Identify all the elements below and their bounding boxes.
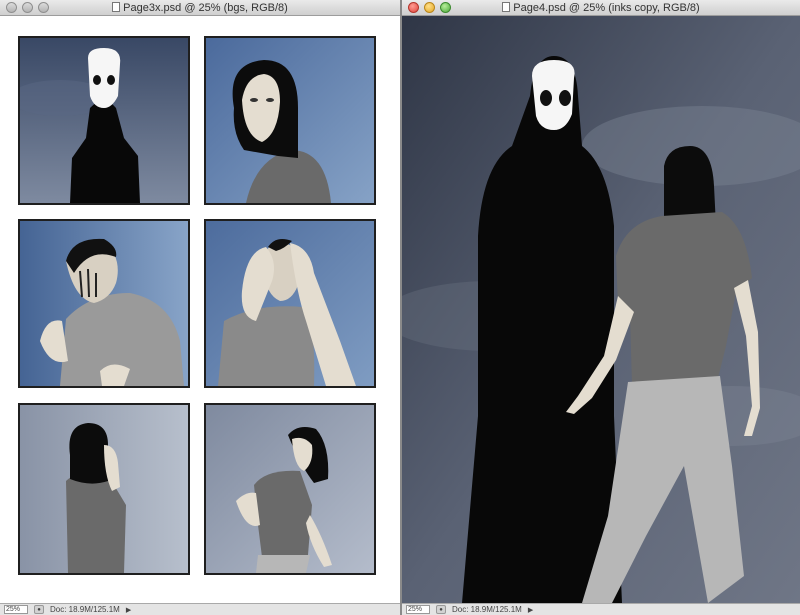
close-button[interactable] [408,2,419,13]
status-menu-icon[interactable]: ● [436,605,446,614]
minimize-button[interactable] [424,2,435,13]
comic-panel-5 [18,403,190,575]
left-document-window: Page3x.psd @ 25% (bgs, RGB/8) 25% ● Doc:… [0,0,400,615]
minimize-button[interactable] [22,2,33,13]
comic-page-4-artwork [402,16,800,603]
dark-hair [69,423,108,484]
right-document-window: Page4.psd @ 25% (inks copy, RGB/8) 25% ●… [402,0,800,615]
zoom-button[interactable] [38,2,49,13]
right-status-bar: 25% ● Doc: 18.9M/125.1M ▶ [402,603,800,615]
grey-shirt [254,470,312,557]
status-menu-icon[interactable]: ● [34,605,44,614]
zoom-button[interactable] [440,2,451,13]
close-button[interactable] [6,2,17,13]
document-icon [502,1,511,12]
right-canvas[interactable] [402,16,800,603]
left-title-bar[interactable]: Page3x.psd @ 25% (bgs, RGB/8) [0,0,400,16]
grey-pants [256,555,310,573]
white-mask [88,48,121,108]
right-window-title: Page4.psd @ 25% (inks copy, RGB/8) [513,1,700,14]
status-arrow-icon[interactable]: ▶ [528,606,533,614]
right-title-bar[interactable]: Page4.psd @ 25% (inks copy, RGB/8) [402,0,800,16]
comic-panel-1 [18,36,190,205]
left-window-title: Page3x.psd @ 25% (bgs, RGB/8) [123,1,288,14]
comic-panel-3 [18,219,190,388]
comic-panel-6 [204,403,376,575]
comic-panel-4 [204,219,376,388]
comic-panel-2 [204,36,376,205]
document-size-info: Doc: 18.9M/125.1M [452,605,522,614]
document-icon [112,1,121,12]
left-canvas[interactable] [0,16,400,603]
zoom-level-field[interactable]: 25% [406,605,430,614]
zoom-level-field[interactable]: 25% [4,605,28,614]
left-status-bar: 25% ● Doc: 18.9M/125.1M ▶ [0,603,400,615]
status-arrow-icon[interactable]: ▶ [126,606,131,614]
grey-shirt [218,306,315,386]
document-size-info: Doc: 18.9M/125.1M [50,605,120,614]
